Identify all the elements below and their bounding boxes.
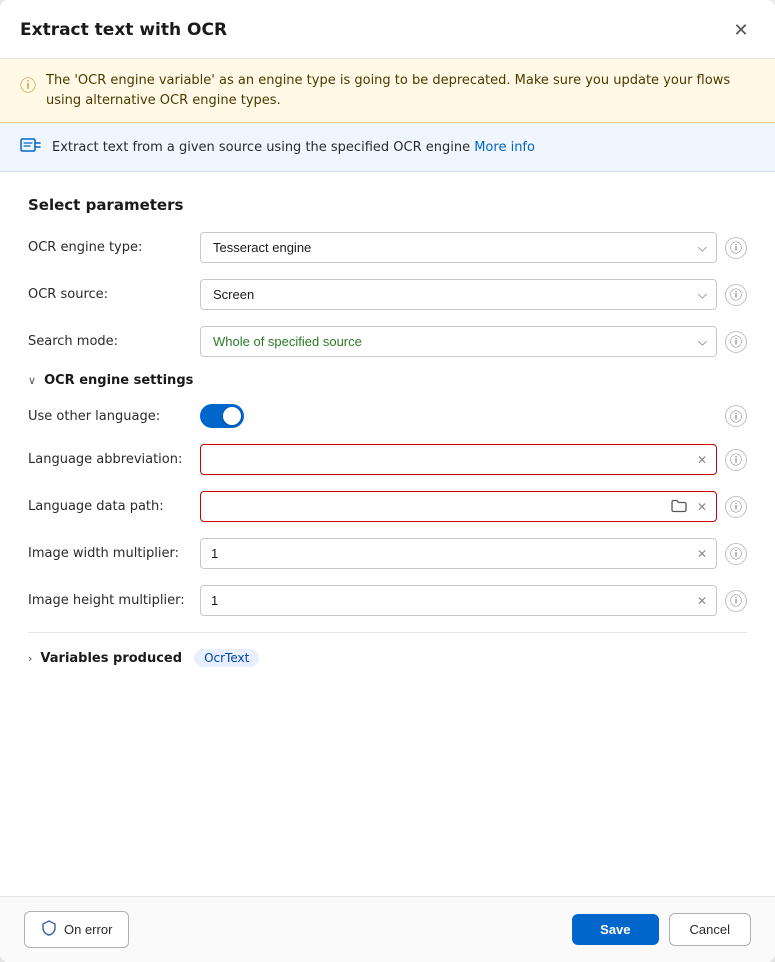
language-data-path-label: Language data path:: [28, 499, 188, 514]
image-width-multiplier-row: Image width multiplier: ✕ ⓘ: [28, 538, 747, 569]
toggle-wrapper: [200, 404, 244, 428]
dialog-title: Extract text with OCR: [20, 20, 227, 40]
info-circle-icon: ⓘ: [730, 408, 742, 425]
image-height-multiplier-label: Image height multiplier:: [28, 593, 188, 608]
toggle-slider: [200, 404, 244, 428]
warning-icon: ⓘ: [20, 72, 36, 96]
image-width-multiplier-input[interactable]: [200, 538, 717, 569]
ocr-source-control: Screen Image on disk Clipboard ⌵ ⓘ: [200, 279, 747, 310]
variables-title: Variables produced: [40, 651, 182, 666]
language-abbreviation-info-button[interactable]: ⓘ: [725, 449, 747, 471]
ocr-engine-settings-section: ∨ OCR engine settings Use other language…: [28, 373, 747, 616]
language-data-path-input[interactable]: [200, 491, 717, 522]
on-error-label: On error: [64, 922, 112, 937]
language-abbreviation-input[interactable]: [200, 444, 717, 475]
image-height-multiplier-clear-button[interactable]: ✕: [695, 592, 709, 610]
language-data-path-row: Language data path: ✕ ⓘ: [28, 491, 747, 522]
ocr-icon: [20, 135, 42, 159]
footer-right: Save Cancel: [572, 913, 751, 946]
variables-header[interactable]: › Variables produced: [28, 651, 182, 666]
save-button[interactable]: Save: [572, 914, 658, 945]
dialog-footer: On error Save Cancel: [0, 896, 775, 962]
ocr-engine-settings-header[interactable]: ∨ OCR engine settings: [28, 373, 747, 388]
image-width-multiplier-info-button[interactable]: ⓘ: [725, 543, 747, 565]
image-width-multiplier-input-wrapper: ✕: [200, 538, 717, 569]
warning-text: The 'OCR engine variable' as an engine t…: [46, 71, 755, 110]
use-other-language-control: ⓘ: [200, 404, 747, 428]
image-height-multiplier-input-wrapper: ✕: [200, 585, 717, 616]
variables-badge: OcrText: [194, 649, 259, 667]
language-abbreviation-clear-button[interactable]: ✕: [695, 451, 709, 469]
info-circle-icon: ⓘ: [730, 239, 742, 256]
use-other-language-toggle[interactable]: [200, 404, 244, 428]
shield-icon: [41, 920, 57, 939]
ocr-engine-type-control: Tesseract engine Windows OCR engine OCR …: [200, 232, 747, 263]
language-data-path-info-button[interactable]: ⓘ: [725, 496, 747, 518]
info-circle-icon: ⓘ: [730, 592, 742, 609]
language-abbreviation-row: Language abbreviation: ✕ ⓘ: [28, 444, 747, 475]
search-mode-label: Search mode:: [28, 334, 188, 349]
ocr-source-info-button[interactable]: ⓘ: [725, 284, 747, 306]
divider: [28, 632, 747, 633]
collapse-chevron-icon: ∨: [28, 374, 36, 387]
search-mode-control: Whole of specified source Search for tex…: [200, 326, 747, 357]
info-banner: Extract text from a given source using t…: [0, 123, 775, 172]
more-info-link[interactable]: More info: [474, 140, 535, 155]
ocr-source-select-wrapper: Screen Image on disk Clipboard ⌵: [200, 279, 717, 310]
use-other-language-row: Use other language: ⓘ: [28, 404, 747, 428]
info-circle-icon: ⓘ: [730, 498, 742, 515]
close-button[interactable]: ✕: [727, 16, 755, 44]
language-data-path-clear-button[interactable]: ✕: [695, 498, 709, 516]
language-abbreviation-label: Language abbreviation:: [28, 452, 188, 467]
info-banner-text: Extract text from a given source using t…: [52, 140, 535, 155]
image-width-multiplier-label: Image width multiplier:: [28, 546, 188, 561]
info-circle-icon: ⓘ: [730, 451, 742, 468]
variables-section: › Variables produced OcrText: [28, 649, 747, 667]
folder-browse-button[interactable]: [669, 496, 689, 517]
ocr-engine-type-select[interactable]: Tesseract engine Windows OCR engine OCR …: [200, 232, 717, 263]
language-data-path-input-wrapper: ✕: [200, 491, 717, 522]
ocr-engine-type-row: OCR engine type: Tesseract engine Window…: [28, 232, 747, 263]
image-height-multiplier-info-button[interactable]: ⓘ: [725, 590, 747, 612]
image-width-multiplier-control: ✕ ⓘ: [200, 538, 747, 569]
section-title: Select parameters: [28, 196, 747, 214]
dialog-body: Select parameters OCR engine type: Tesse…: [0, 172, 775, 896]
use-other-language-info-button[interactable]: ⓘ: [725, 405, 747, 427]
ocr-source-label: OCR source:: [28, 287, 188, 302]
language-abbreviation-control: ✕ ⓘ: [200, 444, 747, 475]
image-height-multiplier-control: ✕ ⓘ: [200, 585, 747, 616]
image-height-multiplier-row: Image height multiplier: ✕ ⓘ: [28, 585, 747, 616]
ocr-engine-settings-title: OCR engine settings: [44, 373, 193, 388]
ocr-engine-type-label: OCR engine type:: [28, 240, 188, 255]
warning-banner: ⓘ The 'OCR engine variable' as an engine…: [0, 59, 775, 123]
image-width-multiplier-clear-button[interactable]: ✕: [695, 545, 709, 563]
ocr-source-select[interactable]: Screen Image on disk Clipboard: [200, 279, 717, 310]
info-circle-icon: ⓘ: [730, 545, 742, 562]
use-other-language-label: Use other language:: [28, 409, 188, 424]
on-error-button[interactable]: On error: [24, 911, 129, 948]
ocr-engine-type-select-wrapper: Tesseract engine Windows OCR engine OCR …: [200, 232, 717, 263]
info-circle-icon: ⓘ: [730, 333, 742, 350]
search-mode-info-button[interactable]: ⓘ: [725, 331, 747, 353]
language-abbreviation-input-wrapper: ✕: [200, 444, 717, 475]
variables-chevron-icon: ›: [28, 652, 32, 665]
search-mode-select[interactable]: Whole of specified source Search for tex…: [200, 326, 717, 357]
language-data-path-control: ✕ ⓘ: [200, 491, 747, 522]
cancel-button[interactable]: Cancel: [669, 913, 751, 946]
info-circle-icon: ⓘ: [730, 286, 742, 303]
image-height-multiplier-input[interactable]: [200, 585, 717, 616]
ocr-engine-type-info-button[interactable]: ⓘ: [725, 237, 747, 259]
search-mode-row: Search mode: Whole of specified source S…: [28, 326, 747, 357]
extract-ocr-dialog: Extract text with OCR ✕ ⓘ The 'OCR engin…: [0, 0, 775, 962]
dialog-header: Extract text with OCR ✕: [0, 0, 775, 59]
ocr-source-row: OCR source: Screen Image on disk Clipboa…: [28, 279, 747, 310]
search-mode-select-wrapper: Whole of specified source Search for tex…: [200, 326, 717, 357]
